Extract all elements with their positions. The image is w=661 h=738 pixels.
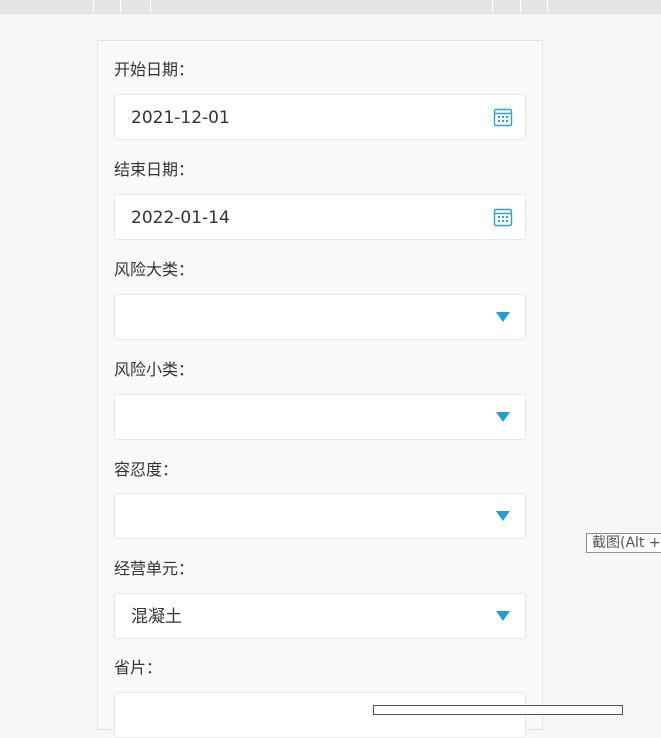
- business-unit-select[interactable]: 混凝土: [114, 593, 526, 639]
- province-region-select[interactable]: [114, 692, 526, 738]
- filter-form-panel: 开始日期： 2021-12-01 结束日期： 2022-01-14 风险大类： …: [97, 40, 543, 738]
- start-date-value: 2021-12-01: [131, 108, 230, 128]
- chevron-down-icon[interactable]: [496, 412, 510, 422]
- toolbar-divider: [120, 0, 121, 13]
- end-date-label: 结束日期：: [114, 160, 195, 179]
- top-toolbar-strip: [0, 0, 661, 14]
- chevron-down-icon[interactable]: [496, 312, 510, 322]
- overlay-box: [373, 705, 623, 715]
- calendar-icon[interactable]: [493, 107, 513, 127]
- business-unit-label: 经营单元：: [114, 559, 195, 578]
- end-date-value: 2022-01-14: [131, 208, 230, 228]
- screenshot-tooltip: 截图(Alt + A): [586, 533, 661, 553]
- toolbar-divider: [547, 0, 548, 13]
- start-date-label: 开始日期：: [114, 60, 195, 79]
- tolerance-label: 容忍度：: [114, 460, 179, 479]
- province-region-label: 省片：: [114, 658, 163, 677]
- risk-subcategory-select[interactable]: [114, 394, 526, 440]
- tolerance-select[interactable]: [114, 493, 526, 539]
- business-unit-value: 混凝土: [131, 607, 182, 627]
- risk-category-select[interactable]: [114, 294, 526, 340]
- start-date-field[interactable]: 2021-12-01: [114, 94, 526, 140]
- chevron-down-icon[interactable]: [496, 611, 510, 621]
- toolbar-divider: [492, 0, 493, 13]
- risk-subcategory-label: 风险小类：: [114, 360, 195, 379]
- risk-category-label: 风险大类：: [114, 260, 195, 279]
- end-date-field[interactable]: 2022-01-14: [114, 194, 526, 240]
- toolbar-divider: [520, 0, 521, 13]
- calendar-icon[interactable]: [493, 207, 513, 227]
- chevron-down-icon[interactable]: [496, 511, 510, 521]
- toolbar-divider: [93, 0, 94, 13]
- toolbar-divider: [150, 0, 151, 13]
